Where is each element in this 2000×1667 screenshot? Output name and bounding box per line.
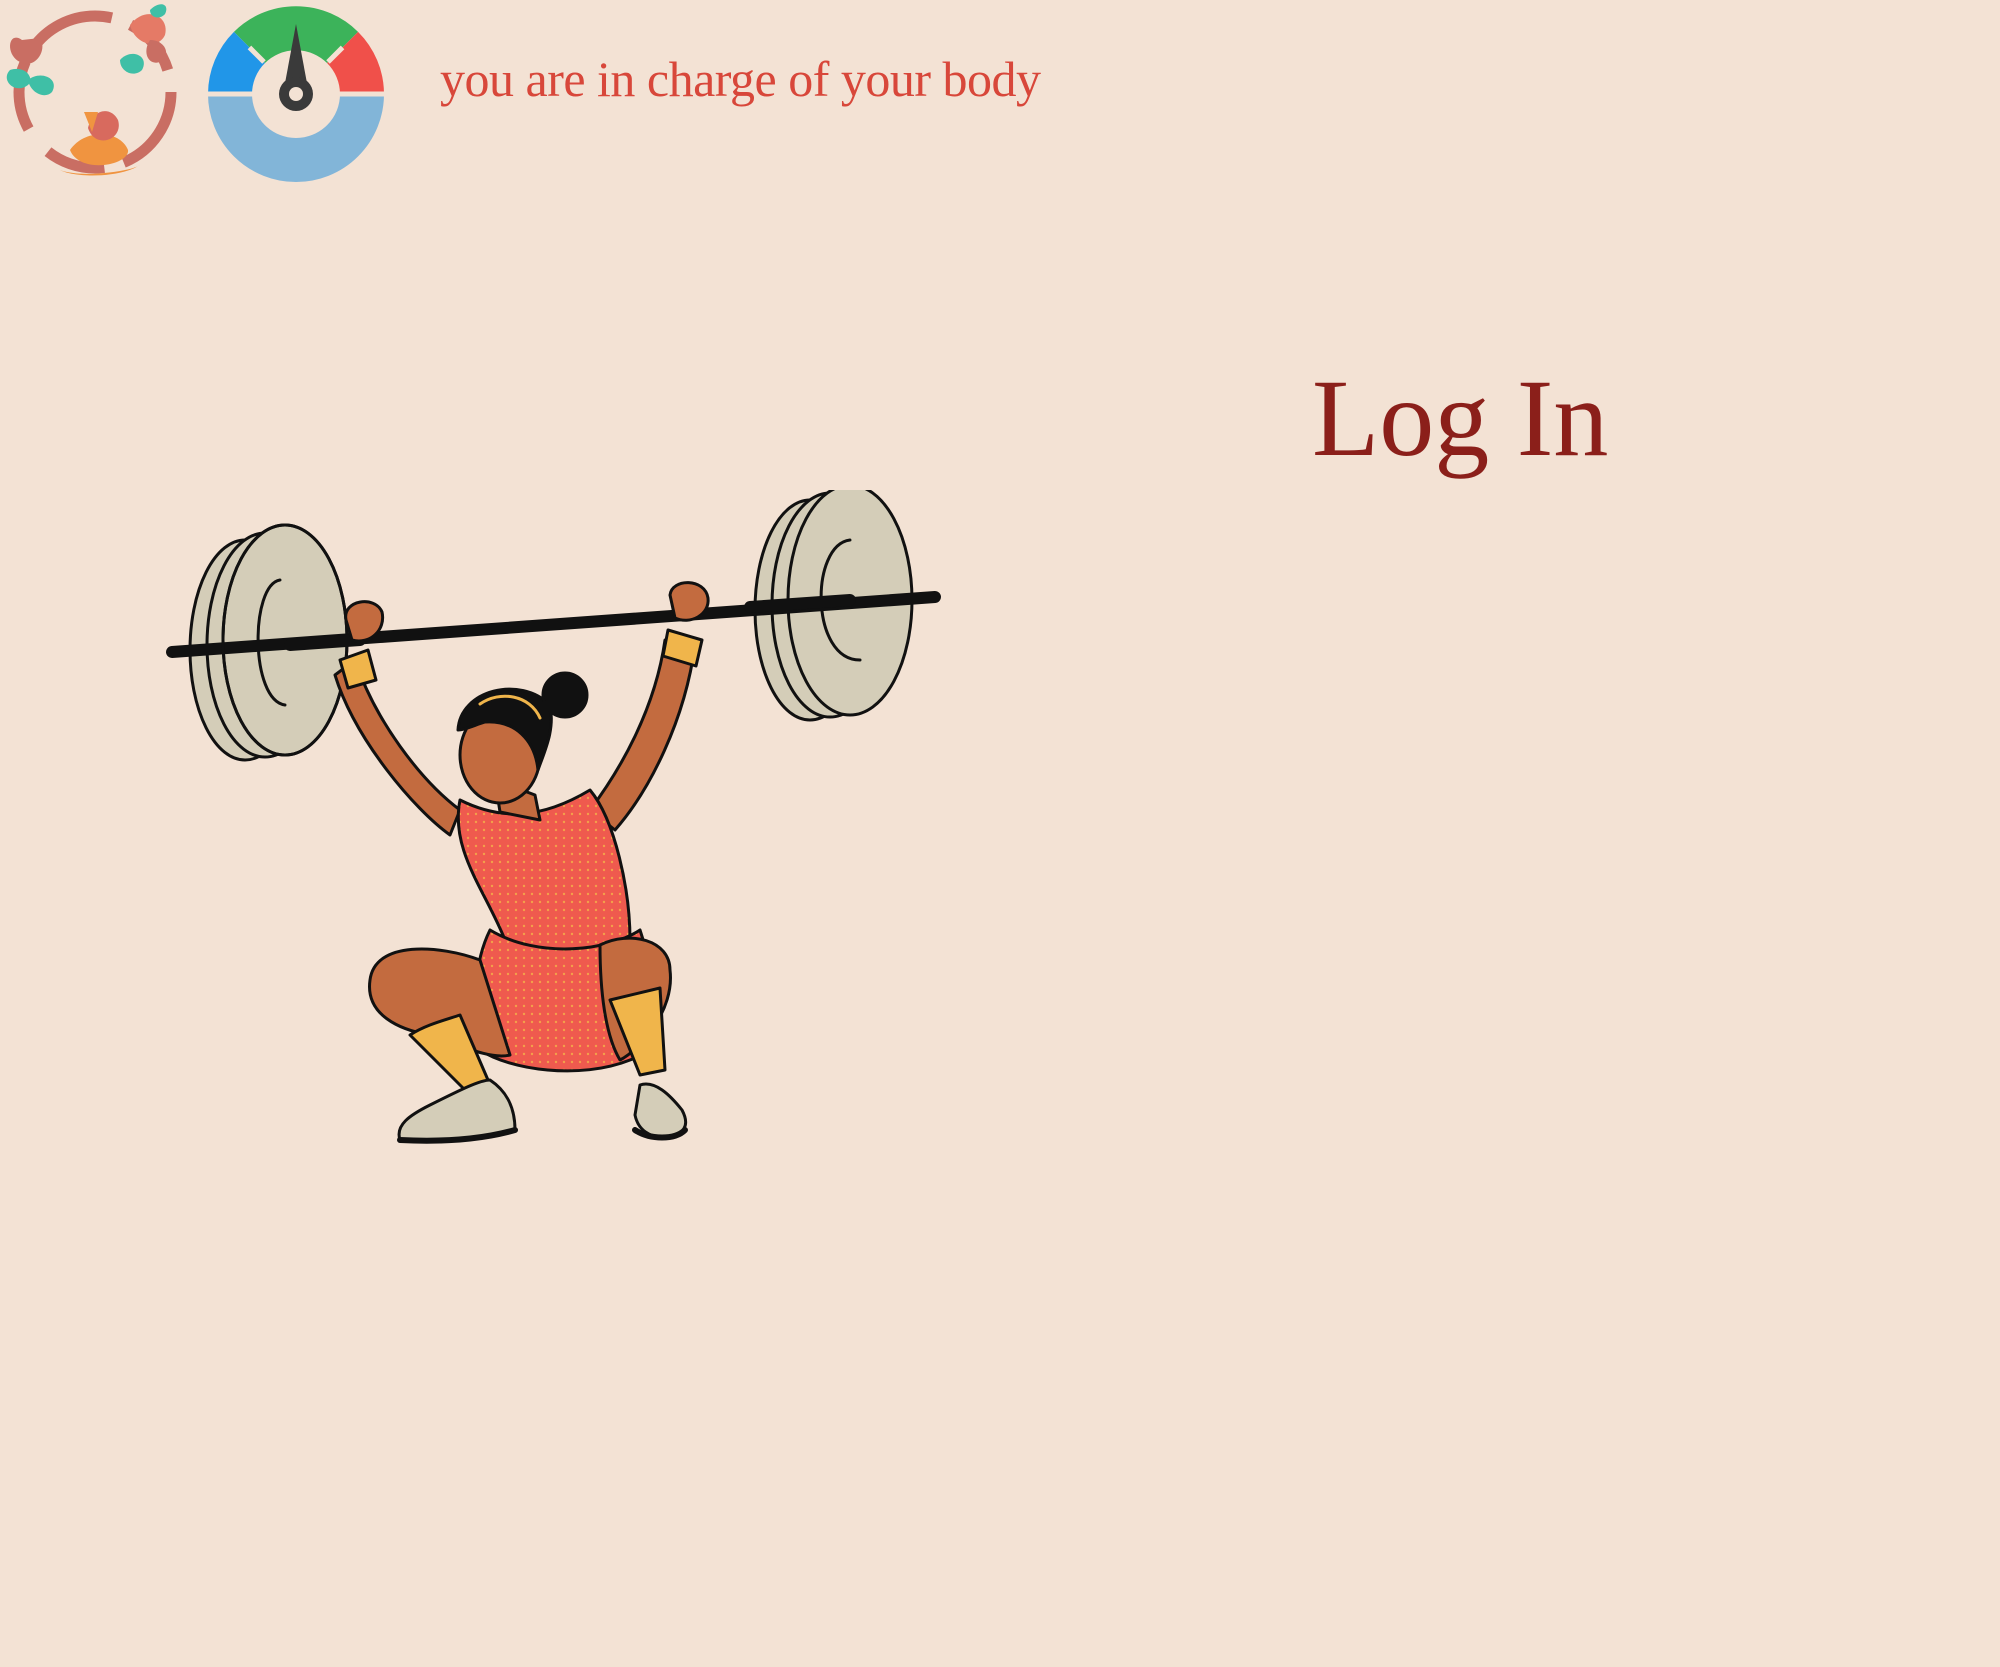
weightlifter-illustration <box>166 490 941 1144</box>
gauge-meter-icon <box>208 6 384 182</box>
tagline-text: you are in charge of your body <box>440 51 1041 107</box>
floral-wreath-icon <box>6 4 177 176</box>
login-heading[interactable]: Log In <box>1312 355 1608 482</box>
